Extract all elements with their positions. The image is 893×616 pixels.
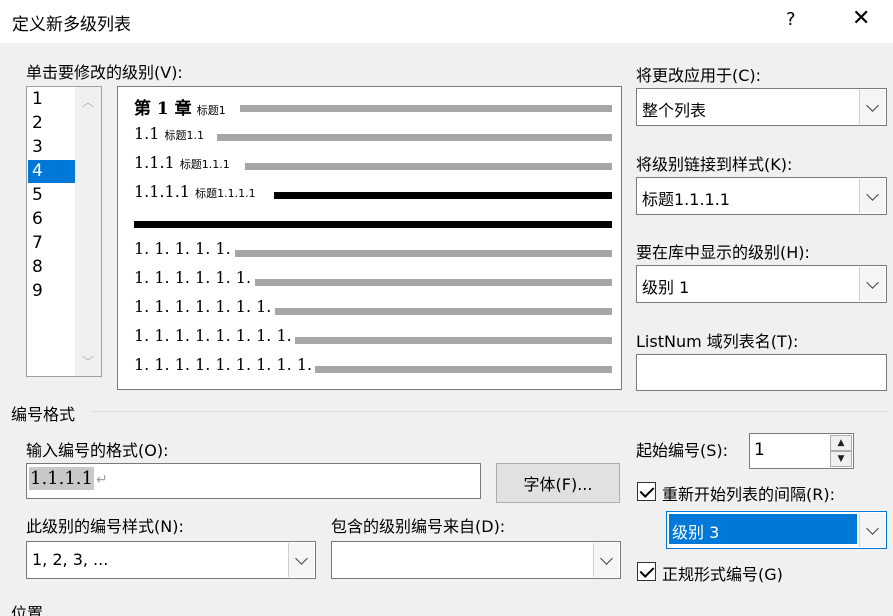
chevron-down-icon[interactable] bbox=[288, 543, 314, 577]
position-section-title: 位置 bbox=[11, 604, 44, 616]
listnum-input[interactable] bbox=[636, 354, 887, 391]
gallery-level-label: 要在库中显示的级别(H): bbox=[636, 243, 810, 262]
restart-label: 重新开始列表的间隔(R): bbox=[662, 485, 835, 504]
level-list-scrollbar[interactable]: ︿ ﹀ bbox=[75, 87, 101, 376]
legal-style-label: 正规形式编号(G) bbox=[662, 565, 783, 584]
number-format-section-title: 编号格式 bbox=[11, 405, 76, 424]
level-list-label: 单击要修改的级别(V): bbox=[26, 63, 183, 82]
preview-line-9 bbox=[315, 366, 612, 373]
preview-row-2: 1.1 标题1.1 bbox=[134, 124, 205, 143]
spin-down-icon[interactable]: ▼ bbox=[830, 451, 852, 467]
preview-row-6: 1. 1. 1. 1. 1. 1. bbox=[134, 268, 252, 287]
start-at-value: 1 bbox=[754, 440, 765, 460]
preview-line-5 bbox=[235, 250, 612, 257]
preview-row-9: 1. 1. 1. 1. 1. 1. 1. 1. 1. bbox=[134, 355, 313, 374]
level-item-3[interactable]: 3 bbox=[28, 136, 75, 159]
level-item-5[interactable]: 5 bbox=[28, 184, 75, 207]
scroll-up-icon[interactable]: ︿ bbox=[75, 93, 101, 110]
gallery-level-select[interactable]: 级别 1 bbox=[636, 265, 887, 303]
close-button[interactable]: ✕ bbox=[852, 6, 870, 31]
preview-row-1: 第 1 章 标题1 bbox=[134, 99, 226, 119]
number-format-input[interactable]: 1.1.1.1 ↵ bbox=[26, 463, 481, 499]
title-bar bbox=[0, 0, 893, 43]
chevron-down-icon[interactable] bbox=[859, 267, 885, 301]
restart-checkbox[interactable] bbox=[637, 482, 656, 501]
link-style-label: 将级别链接到样式(K): bbox=[636, 155, 793, 174]
include-level-select[interactable] bbox=[331, 541, 621, 579]
preview-row-4: 1.1.1.1 标题1.1.1.1 bbox=[134, 182, 256, 201]
dialog-title: 定义新多级列表 bbox=[12, 15, 131, 35]
chevron-down-icon[interactable] bbox=[859, 179, 885, 213]
number-format-value: 1.1.1.1 bbox=[29, 467, 94, 490]
paragraph-mark-icon: ↵ bbox=[96, 472, 108, 488]
level-item-6[interactable]: 6 bbox=[28, 208, 75, 231]
list-preview: 第 1 章 标题1 1.1 标题1.1 1.1.1 标题1.1.1 1.1.1.… bbox=[117, 86, 622, 390]
preview-line-body bbox=[134, 221, 612, 228]
level-item-4[interactable]: 4 bbox=[28, 160, 75, 183]
include-level-label: 包含的级别编号来自(D): bbox=[331, 517, 506, 536]
preview-row-3: 1.1.1 标题1.1.1 bbox=[134, 153, 230, 172]
preview-line-1 bbox=[240, 105, 612, 112]
chevron-down-icon[interactable] bbox=[593, 543, 619, 577]
restart-level-select[interactable]: 级别 3 bbox=[666, 511, 887, 549]
spin-up-icon[interactable]: ▲ bbox=[830, 435, 852, 451]
start-at-label: 起始编号(S): bbox=[636, 441, 729, 460]
chevron-down-icon[interactable] bbox=[859, 513, 885, 547]
help-button[interactable]: ? bbox=[786, 9, 796, 30]
preview-line-7 bbox=[275, 308, 612, 315]
scroll-down-icon[interactable]: ﹀ bbox=[75, 353, 101, 370]
start-at-spinner[interactable]: 1 ▲ ▼ bbox=[749, 433, 854, 469]
preview-line-2 bbox=[217, 134, 612, 141]
link-style-select[interactable]: 标题1.1.1.1 bbox=[636, 177, 887, 215]
preview-line-4-selected bbox=[274, 192, 612, 199]
preview-line-8 bbox=[295, 337, 612, 344]
number-style-label: 此级别的编号样式(N): bbox=[26, 517, 184, 536]
preview-row-8: 1. 1. 1. 1. 1. 1. 1. 1. bbox=[134, 326, 292, 345]
preview-row-7: 1. 1. 1. 1. 1. 1. 1. bbox=[134, 297, 272, 316]
preview-row-5: 1. 1. 1. 1. 1. bbox=[134, 239, 231, 258]
section-divider bbox=[92, 411, 887, 412]
level-item-1[interactable]: 1 bbox=[28, 88, 75, 111]
level-item-8[interactable]: 8 bbox=[28, 256, 75, 279]
level-listbox[interactable]: 1 2 3 4 5 6 7 8 9 ︿ ﹀ bbox=[26, 86, 102, 377]
font-button[interactable]: 字体(F)... bbox=[496, 463, 620, 503]
level-item-9[interactable]: 9 bbox=[28, 280, 75, 303]
legal-style-checkbox[interactable] bbox=[637, 562, 656, 581]
listnum-label: ListNum 域列表名(T): bbox=[636, 332, 799, 351]
level-item-2[interactable]: 2 bbox=[28, 112, 75, 135]
number-format-label: 输入编号的格式(O): bbox=[26, 441, 169, 460]
preview-line-3 bbox=[245, 163, 612, 170]
apply-to-label: 将更改应用于(C): bbox=[636, 66, 762, 85]
number-style-select[interactable]: 1, 2, 3, ... bbox=[26, 541, 316, 579]
apply-to-select[interactable]: 整个列表 bbox=[636, 88, 887, 126]
level-item-7[interactable]: 7 bbox=[28, 232, 75, 255]
preview-line-6 bbox=[255, 279, 612, 286]
chevron-down-icon[interactable] bbox=[859, 90, 885, 124]
